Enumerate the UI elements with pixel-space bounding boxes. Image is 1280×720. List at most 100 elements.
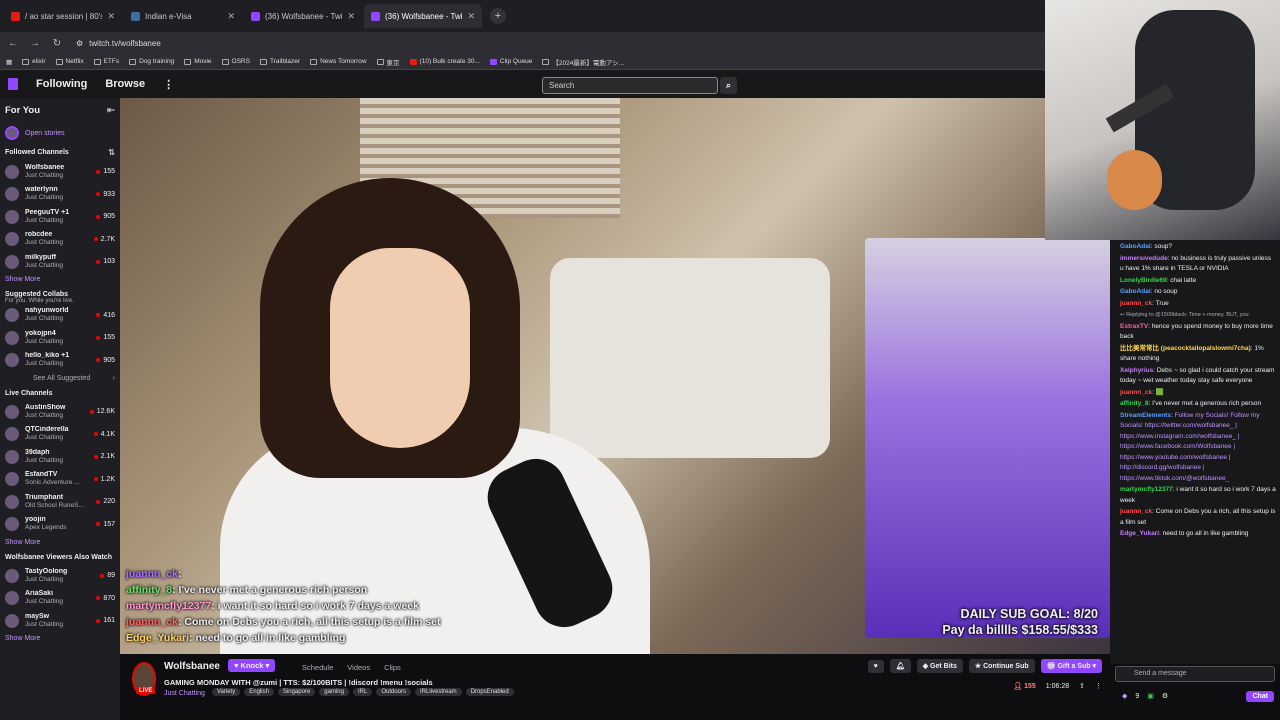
site-info-icon[interactable]: ⚙: [76, 39, 83, 48]
address-bar[interactable]: ⚙ twitch.tv/wolfsbanee: [72, 34, 1045, 52]
tag[interactable]: English: [244, 688, 274, 696]
channel-points-icon[interactable]: ◆: [1122, 692, 1127, 700]
sort-icon[interactable]: ⇅: [108, 148, 115, 157]
suggested-channel[interactable]: hello_kiko +1 Just Chatting 905: [5, 349, 115, 372]
tag[interactable]: IRLlivestream: [415, 688, 462, 696]
see-all-suggested[interactable]: See All Suggested ›: [5, 372, 115, 386]
followed-channel[interactable]: waterlynn Just Chatting 933: [5, 183, 115, 206]
live-channel[interactable]: yoojin Apex Legends 157: [5, 513, 115, 536]
chat-send-button[interactable]: Chat: [1246, 690, 1274, 702]
avatar: [5, 517, 19, 532]
browser-tab-4[interactable]: (36) Wolfsbanee - Twitch✕: [364, 4, 482, 28]
twitch-logo-icon[interactable]: [8, 78, 18, 90]
followed-channel[interactable]: Wolfsbanee Just Chatting 155: [5, 161, 115, 184]
share-icon[interactable]: ⇪: [1079, 682, 1085, 690]
browse-link[interactable]: Browse: [105, 78, 145, 90]
more-options-icon[interactable]: ⋮: [1095, 682, 1102, 690]
reload-icon[interactable]: ↻: [50, 38, 64, 49]
bookmark[interactable]: Netflix: [55, 58, 84, 65]
also-watch-channel[interactable]: AriaSaki Just Chatting 870: [5, 587, 115, 610]
search-icon[interactable]: ⌕: [720, 77, 737, 94]
close-tab-icon[interactable]: ✕: [107, 11, 115, 22]
close-tab-icon[interactable]: ✕: [347, 11, 355, 22]
knock-button[interactable]: ♥ Knock ▾: [228, 659, 276, 672]
live-channel[interactable]: Triumphant Old School RuneS... 220: [5, 491, 115, 514]
follow-heart-button[interactable]: ♥: [867, 659, 884, 673]
gift-icon[interactable]: ▣: [1147, 692, 1154, 700]
tag[interactable]: DropsEnabled: [465, 688, 514, 696]
bookmark[interactable]: 【2024最新】電動アシ...: [542, 57, 624, 67]
live-dot-icon: [93, 477, 98, 482]
bookmark[interactable]: News Tomorrow: [310, 58, 367, 65]
folder-icon: [376, 58, 384, 65]
tag[interactable]: Outdoors: [376, 688, 411, 696]
bookmark[interactable]: Movie: [184, 58, 212, 65]
also-watch-channel[interactable]: maySw Just Chatting 161: [5, 610, 115, 633]
overlay-chat: juannn_ck: affinity_8: I've never met a …: [126, 566, 441, 646]
suggested-channel[interactable]: yokojpn4 Just Chatting 155: [5, 327, 115, 350]
continue-sub-button[interactable]: ★ Continue Sub: [968, 659, 1035, 673]
close-tab-icon[interactable]: ✕: [227, 11, 235, 22]
bookmark[interactable]: Clip Queue: [489, 58, 532, 65]
followed-channel[interactable]: milkypuff Just Chatting 103: [5, 251, 115, 274]
get-bits-button[interactable]: ◆ Get Bits: [916, 659, 963, 673]
page-icon: [542, 58, 550, 65]
live-channel[interactable]: AustinShow Just Chatting 12.6K: [5, 401, 115, 424]
stream-info-bar: LIVE Wolfsbanee ♥ Knock ▾ Schedule Video…: [120, 654, 1110, 720]
bookmark[interactable]: ETFs: [93, 58, 119, 65]
chat-message: martymcfly12377: i want it so hard so i …: [1120, 486, 1276, 504]
show-more-followed[interactable]: Show More: [5, 273, 115, 287]
browser-tab-2[interactable]: Indian e-Visa ✕: [124, 4, 242, 28]
category-link[interactable]: Just Chatting: [164, 690, 205, 697]
followed-channel[interactable]: PeeguuTV +1 Just Chatting 905: [5, 206, 115, 229]
more-menu-icon[interactable]: ⋮: [163, 78, 174, 91]
collapse-sidebar-icon[interactable]: ⇤: [107, 105, 115, 116]
settings-gear-icon[interactable]: ⚙: [1162, 692, 1168, 700]
bookmark[interactable]: OSRS: [221, 58, 250, 65]
live-dot-icon: [96, 618, 101, 623]
browser-tab-1[interactable]: / ao star session | 80's Toki✕: [4, 4, 122, 28]
browser-tab-3[interactable]: (36) Wolfsbanee - Twitch✕: [244, 4, 362, 28]
gift-sub-button[interactable]: 🎁︎ Gift a Sub ▾: [1040, 659, 1102, 673]
bookmark[interactable]: 東京: [376, 57, 400, 67]
bookmark[interactable]: Trailblazer: [259, 58, 300, 65]
apps-icon[interactable]: ▦: [6, 58, 12, 66]
live-channel[interactable]: EsfandTV Sonic Adventure ... 1.2K: [5, 468, 115, 491]
tag[interactable]: Variety: [212, 688, 241, 696]
bookmark[interactable]: Dog training: [129, 58, 174, 65]
open-stories[interactable]: Open stories: [5, 122, 115, 145]
back-icon[interactable]: ←: [6, 38, 20, 49]
live-channel[interactable]: QTCinderella Just Chatting 4.1K: [5, 423, 115, 446]
avatar: [5, 472, 19, 487]
live-dot-icon: [96, 358, 101, 363]
forward-icon[interactable]: →: [28, 38, 42, 49]
streamer-name[interactable]: Wolfsbanee: [164, 661, 220, 672]
new-tab-button[interactable]: +: [490, 8, 506, 24]
chat-link[interactable]: https://twitter.com/wolfsbanee_ | https:…: [1120, 422, 1239, 482]
tag[interactable]: gaming: [319, 688, 349, 696]
live-channel[interactable]: 39daph Just Chatting 2.1K: [5, 446, 115, 469]
emote-icon: 🟩: [1155, 388, 1164, 396]
video-player[interactable]: juannn_ck: affinity_8: I've never met a …: [120, 98, 1110, 654]
tag[interactable]: IRL: [352, 688, 373, 696]
also-watch-channel[interactable]: TastyOolong Just Chatting 89: [5, 565, 115, 588]
bookmark[interactable]: elixir: [22, 58, 46, 65]
suggested-channel[interactable]: nahyunworld Just Chatting 416: [5, 304, 115, 327]
close-tab-icon[interactable]: ✕: [467, 11, 475, 22]
chat-input[interactable]: Send a message: [1115, 666, 1275, 682]
search-input[interactable]: Search: [542, 77, 718, 94]
overlay-chat-line: juannn_ck:: [126, 568, 182, 580]
following-link[interactable]: Following: [36, 78, 87, 90]
tab-schedule[interactable]: Schedule: [302, 663, 333, 672]
show-more-live[interactable]: Show More: [5, 536, 115, 550]
youtube-icon: [409, 58, 417, 65]
tab-videos[interactable]: Videos: [347, 663, 370, 672]
live-dot-icon: [93, 454, 98, 459]
tab-clips[interactable]: Clips: [384, 663, 401, 672]
show-more-also-watch[interactable]: Show More: [5, 632, 115, 646]
viewer-count: 👤︎ 155: [1013, 683, 1036, 690]
tag[interactable]: Singapore: [277, 688, 316, 696]
bookmark[interactable]: (10) Bulk create 30...: [409, 58, 480, 65]
notifications-bell-icon[interactable]: 🔔︎: [889, 659, 911, 673]
followed-channel[interactable]: robcdee Just Chatting 2.7K: [5, 228, 115, 251]
